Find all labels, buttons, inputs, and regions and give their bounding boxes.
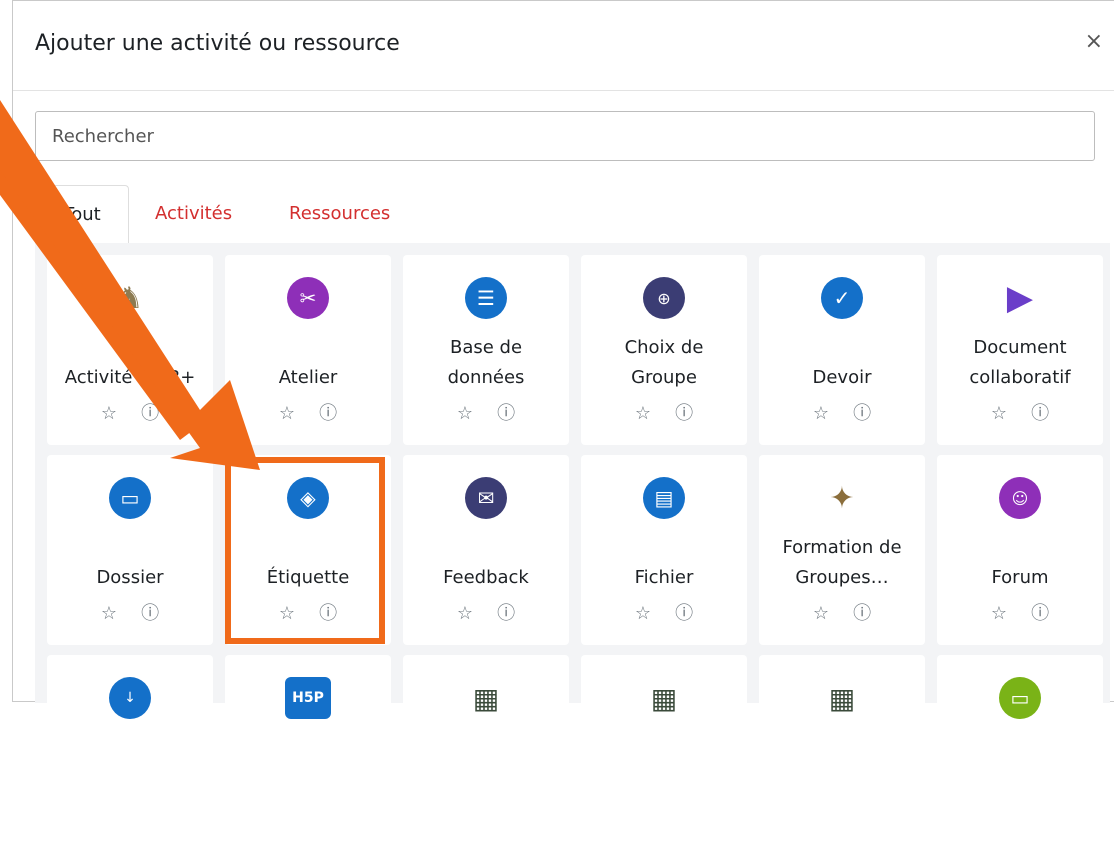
annotation-arrow xyxy=(0,100,260,470)
